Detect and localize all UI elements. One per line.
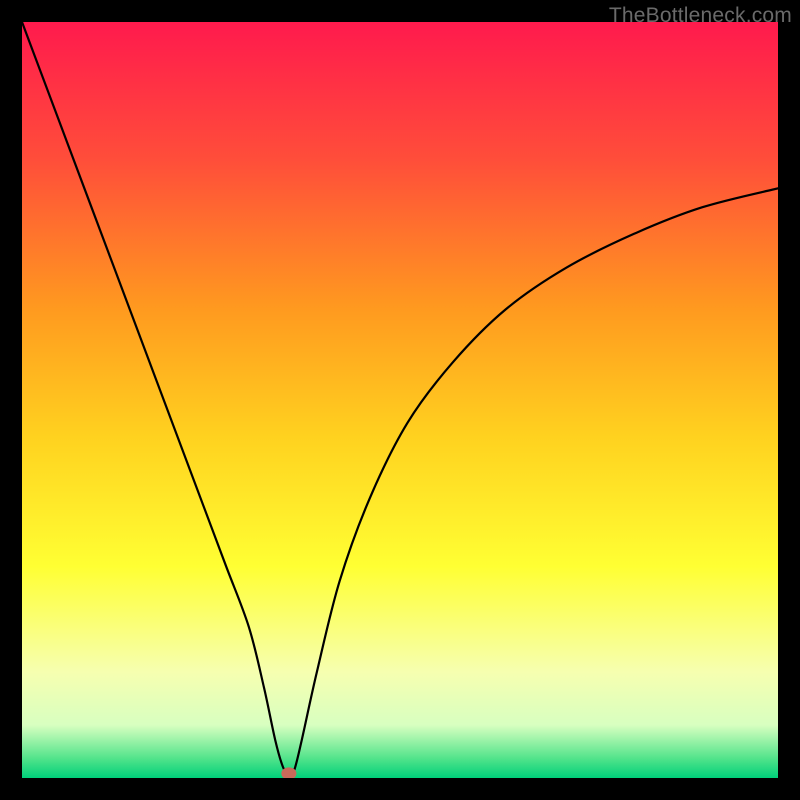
chart-frame: TheBottleneck.com xyxy=(0,0,800,800)
chart-svg xyxy=(22,22,778,778)
plot-area xyxy=(22,22,778,778)
gradient-background xyxy=(22,22,778,778)
